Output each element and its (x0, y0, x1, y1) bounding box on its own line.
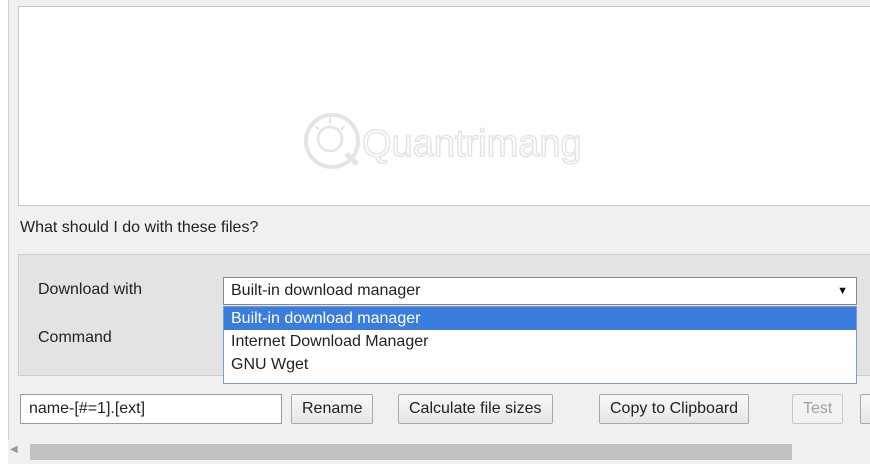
dropdown-option-wget[interactable]: GNU Wget (224, 353, 856, 376)
triangle-left-icon[interactable]: ◀ (10, 444, 18, 455)
test-button[interactable]: Test (792, 394, 844, 424)
question-label: What should I do with these files? (20, 219, 259, 236)
dropdown-option-builtin[interactable]: Built-in download manager (224, 307, 856, 330)
triangle-down-icon: ▼ (837, 285, 848, 297)
watermark-text: Quantrimang (362, 123, 582, 165)
name-pattern-input[interactable] (20, 394, 282, 424)
dropdown-option-idm[interactable]: Internet Download Manager (224, 330, 856, 353)
download-manager-dropdown: Built-in download manager Internet Downl… (223, 306, 857, 384)
copy-to-clipboard-button[interactable]: Copy to Clipboard (599, 394, 750, 424)
window-left-edge (0, 0, 9, 464)
rename-button[interactable]: Rename (291, 394, 374, 424)
select-value: Built-in download manager (231, 282, 421, 299)
partial-button[interactable] (860, 394, 870, 424)
scrollbar-thumb[interactable] (30, 444, 792, 460)
download-manager-select[interactable]: Built-in download manager ▼ (223, 277, 857, 305)
calculate-file-sizes-button[interactable]: Calculate file sizes (398, 394, 553, 424)
command-label: Command (38, 329, 112, 346)
download-with-label: Download with (38, 281, 143, 298)
watermark-logo: Quantrimang (304, 113, 582, 169)
